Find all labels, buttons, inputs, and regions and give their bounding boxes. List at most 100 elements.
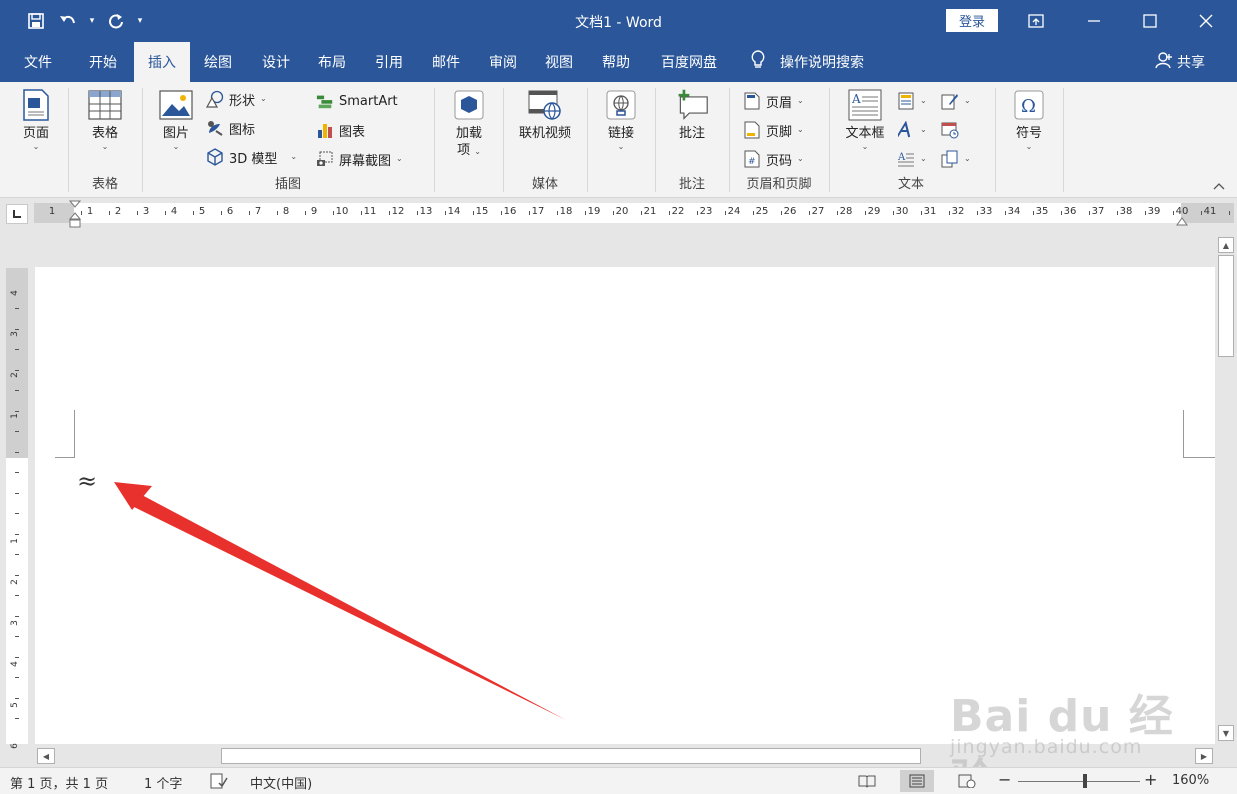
wordart-button[interactable]: ⌄ xyxy=(897,119,927,141)
symbol-button[interactable]: Ω 符号 ⌄ xyxy=(1007,88,1051,152)
tab-references[interactable]: 引用 xyxy=(363,42,415,82)
approximately-equal-symbol[interactable]: ≈ xyxy=(77,467,97,495)
ruler-number: 24 xyxy=(727,206,741,217)
online-video-button[interactable]: 联机视频 xyxy=(511,88,579,142)
icons-button[interactable]: 图标 xyxy=(206,117,255,139)
signin-button[interactable]: 登录 xyxy=(946,9,998,32)
page-count[interactable]: 第 1 页，共 1 页 xyxy=(10,773,108,792)
zoom-slider[interactable] xyxy=(1018,781,1140,782)
vertical-ruler[interactable]: 43211234567 xyxy=(6,268,28,790)
ribbon-display-options-icon[interactable] xyxy=(1008,0,1064,42)
comment-button[interactable]: 批注 xyxy=(669,88,715,142)
quick-parts-button[interactable]: ⌄ xyxy=(897,90,927,112)
tab-layout[interactable]: 布局 xyxy=(306,42,358,82)
ruler-number: 37 xyxy=(1091,206,1105,217)
textbox-button[interactable]: A 文本框 ⌄ xyxy=(839,88,891,152)
scroll-right-icon[interactable]: ▶ xyxy=(1195,748,1213,764)
right-indent-marker[interactable] xyxy=(1176,215,1188,230)
ruler-number: 7 xyxy=(254,206,262,217)
tab-insert[interactable]: 插入 xyxy=(134,42,190,82)
zoom-out-icon[interactable]: − xyxy=(998,770,1011,789)
zoom-slider-thumb[interactable] xyxy=(1083,774,1087,788)
table-button[interactable]: 表格 ⌄ xyxy=(82,88,128,152)
tell-me-search[interactable]: 操作说明搜索 xyxy=(750,42,864,82)
vertical-scrollbar[interactable]: ▲ ▼ xyxy=(1215,235,1237,744)
ruler-tick xyxy=(557,211,558,215)
tab-home[interactable]: 开始 xyxy=(76,42,130,82)
proofing-icon[interactable] xyxy=(210,773,228,793)
addins-icon xyxy=(452,88,486,122)
scroll-down-icon[interactable]: ▼ xyxy=(1218,725,1234,741)
object-button[interactable]: ⌄ xyxy=(941,148,971,170)
ruler-number: 2 xyxy=(9,372,20,378)
ruler-number: 10 xyxy=(335,206,349,217)
addins-label-line2-text: 项 xyxy=(457,143,471,158)
web-layout-icon[interactable] xyxy=(950,770,984,792)
person-icon xyxy=(1155,51,1173,73)
language-status[interactable]: 中文(中国) xyxy=(250,773,312,792)
tab-file[interactable]: 文件 xyxy=(14,42,62,82)
footer-button[interactable]: 页脚 ⌄ xyxy=(743,119,804,141)
close-icon[interactable] xyxy=(1178,0,1234,42)
tab-mailings[interactable]: 邮件 xyxy=(420,42,472,82)
zoom-in-icon[interactable]: + xyxy=(1144,770,1157,789)
group-illustrations: 图片 ⌄ 形状 ⌄ 图标 3D 模型 ⌄ SmartArt 图表 屏幕截图 ⌄ … xyxy=(144,86,432,194)
ruler-tick xyxy=(1005,211,1006,215)
shapes-button[interactable]: 形状 ⌄ xyxy=(206,88,267,110)
links-button[interactable]: 链接 ⌄ xyxy=(599,88,643,152)
addins-button[interactable]: 加载 项 ⌄ xyxy=(446,88,492,159)
scroll-left-icon[interactable]: ◀ xyxy=(37,748,55,764)
zoom-level[interactable]: 160% xyxy=(1172,773,1209,788)
maximize-icon[interactable] xyxy=(1122,0,1178,42)
tab-selector-icon[interactable] xyxy=(6,204,28,224)
tab-help[interactable]: 帮助 xyxy=(590,42,642,82)
chevron-down-icon: ⌄ xyxy=(1025,142,1033,151)
shapes-icon xyxy=(206,90,224,108)
chevron-down-icon: ⌄ xyxy=(920,125,927,134)
minimize-icon[interactable] xyxy=(1066,0,1122,42)
ruler-number: 17 xyxy=(531,206,545,217)
ruler-tick xyxy=(501,211,502,215)
ruler-tick xyxy=(1033,211,1034,215)
crop-mark-right xyxy=(1183,410,1215,458)
signature-line-button[interactable]: ⌄ xyxy=(941,90,971,112)
picture-button[interactable]: 图片 ⌄ xyxy=(154,88,198,152)
ruler-number: 1 xyxy=(9,413,20,419)
scroll-up-icon[interactable]: ▲ xyxy=(1218,237,1234,253)
read-mode-icon[interactable] xyxy=(850,770,884,792)
vertical-scroll-thumb[interactable] xyxy=(1218,255,1234,357)
ruler-number: 16 xyxy=(503,206,517,217)
screenshot-button[interactable]: 屏幕截图 ⌄ xyxy=(316,148,403,170)
tab-review[interactable]: 审阅 xyxy=(477,42,529,82)
footer-label: 页脚 xyxy=(766,124,793,140)
ruler-number: 28 xyxy=(839,206,853,217)
share-button[interactable]: 共享 xyxy=(1155,42,1205,82)
chevron-down-icon: ⌄ xyxy=(172,142,180,151)
tab-design[interactable]: 设计 xyxy=(250,42,302,82)
print-layout-icon[interactable] xyxy=(900,770,934,792)
ruler-tick xyxy=(15,390,19,391)
group-label-tables: 表格 xyxy=(91,177,118,192)
3d-models-button[interactable]: 3D 模型 ⌄ xyxy=(206,146,297,168)
ruler-tick xyxy=(15,349,19,350)
drop-cap-button[interactable]: A ⌄ xyxy=(897,148,927,170)
chart-button[interactable]: 图表 xyxy=(316,119,365,141)
date-time-button[interactable] xyxy=(941,119,959,141)
word-count[interactable]: 1 个字 xyxy=(144,773,182,792)
page-number-button[interactable]: # 页码 ⌄ xyxy=(743,148,804,170)
tab-draw[interactable]: 绘图 xyxy=(192,42,244,82)
header-button[interactable]: 页眉 ⌄ xyxy=(743,90,804,112)
smartart-button[interactable]: SmartArt xyxy=(316,90,398,112)
horizontal-scroll-thumb[interactable] xyxy=(221,748,921,764)
3d-models-label: 3D 模型 xyxy=(229,151,278,167)
ruler-tick xyxy=(585,211,586,215)
horizontal-ruler[interactable]: 1 1 2 3 4 5 6 7 8 9 10 11 12 13 14 15 16 17 18 19 20 21 22 23 24… xyxy=(34,200,1234,228)
ruler-number: 13 xyxy=(419,206,433,217)
pages-button[interactable]: 页面 ⌄ xyxy=(12,88,60,152)
online-video-icon xyxy=(528,88,562,122)
collapse-ribbon-icon[interactable] xyxy=(1213,182,1225,193)
tab-view[interactable]: 视图 xyxy=(533,42,585,82)
tab-baidu-netdisk[interactable]: 百度网盘 xyxy=(650,42,728,82)
first-line-indent-marker[interactable] xyxy=(68,200,82,232)
ribbon: 页面 ⌄ 表格 ⌄ 表格 图片 ⌄ 形状 ⌄ 图标 3D 模型 ⌄ SmartA… xyxy=(0,82,1237,198)
